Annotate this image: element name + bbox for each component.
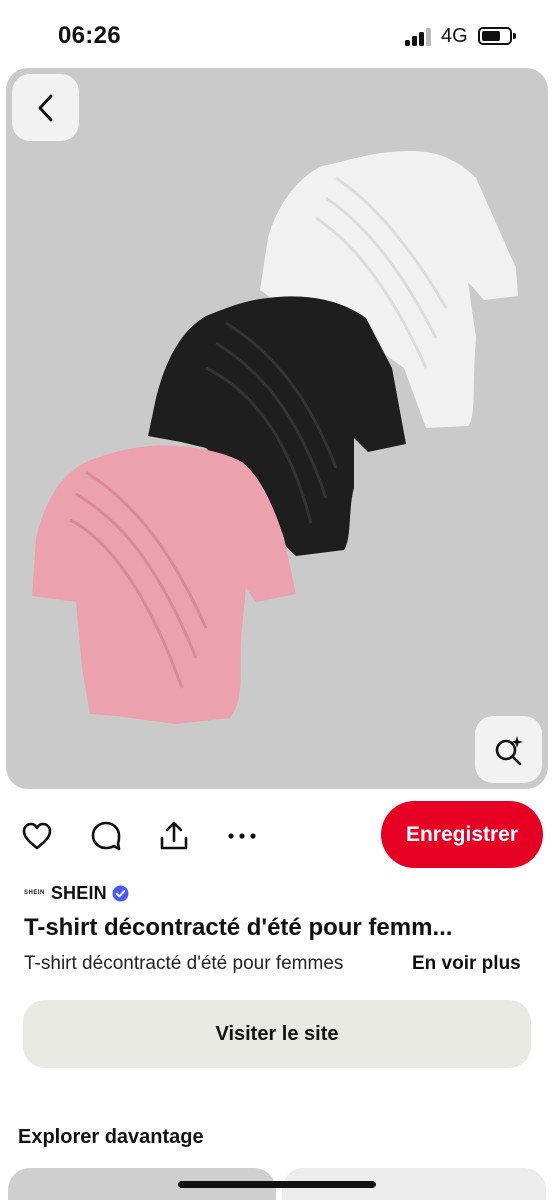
product-image-shirts xyxy=(32,151,518,724)
source-name[interactable]: SHEIN xyxy=(51,883,107,904)
visual-search-icon xyxy=(495,735,523,765)
heart-icon xyxy=(22,822,52,850)
see-more-link[interactable]: En voir plus xyxy=(412,953,521,975)
status-time: 06:26 xyxy=(58,22,121,49)
share-icon xyxy=(160,821,188,850)
home-indicator[interactable] xyxy=(178,1181,376,1188)
pin-source[interactable]: SHEIN SHEIN xyxy=(24,880,129,906)
like-button[interactable] xyxy=(17,816,57,856)
battery-icon xyxy=(478,27,516,45)
verified-badge-icon xyxy=(112,884,129,902)
share-button[interactable] xyxy=(154,816,194,856)
comment-icon xyxy=(91,821,121,851)
back-button[interactable] xyxy=(12,74,79,141)
visit-site-button[interactable]: Visiter le site xyxy=(23,1000,531,1068)
comment-button[interactable] xyxy=(86,816,126,856)
more-options-button[interactable] xyxy=(222,816,262,856)
pin-description-row: T-shirt décontracté d'été pour femmes En… xyxy=(24,953,544,979)
visual-search-button[interactable] xyxy=(475,716,542,783)
pin-image[interactable] xyxy=(6,68,548,789)
explore-more-heading: Explorer davantage xyxy=(18,1126,204,1148)
pin-actions: Enregistrer xyxy=(0,800,554,870)
save-button[interactable]: Enregistrer xyxy=(381,801,543,868)
network-type: 4G xyxy=(441,25,468,47)
signal-strength-icon xyxy=(405,28,433,46)
source-avatar-logo: SHEIN xyxy=(24,890,45,896)
more-icon xyxy=(228,833,256,839)
back-chevron-icon xyxy=(38,94,52,121)
status-bar: 06:26 4G xyxy=(0,0,554,70)
pin-description: T-shirt décontracté d'été pour femmes xyxy=(24,953,344,974)
pin-title: T-shirt décontracté d'été pour femm... xyxy=(24,914,453,941)
pink-shirt xyxy=(32,445,296,724)
